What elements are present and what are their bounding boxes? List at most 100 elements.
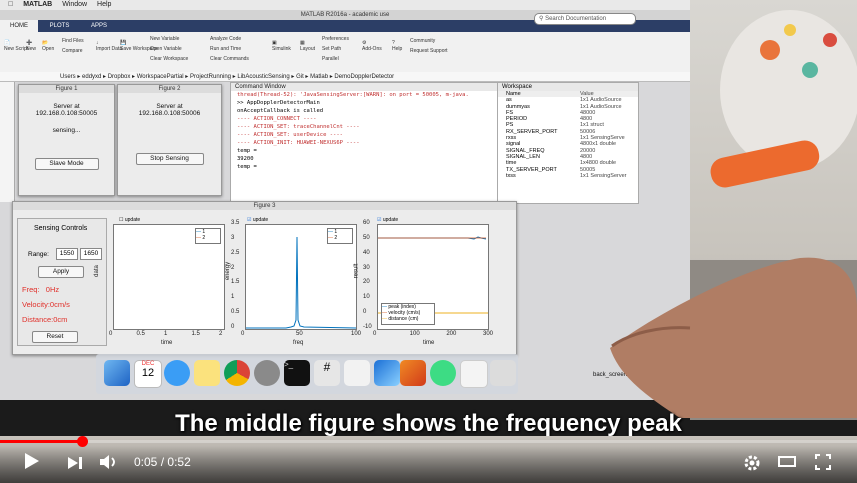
server-label: Server at: [156, 103, 183, 110]
plot1-legend: — 1 — 2: [195, 228, 221, 244]
cmd-line: >> AppDopplerDetectorMain: [237, 100, 320, 106]
workspace-rows: as 1x1 AudioSource dummyas 1x1 AudioSource F…: [498, 97, 638, 179]
new-variable-button[interactable]: New Variable: [150, 36, 179, 42]
result-plot[interactable]: — peak (index) — velocity (cm/s) — dista…: [377, 224, 489, 330]
apple-icon[interactable]: : [8, 1, 13, 8]
x-tick-label: 300: [483, 331, 494, 337]
layout-button[interactable]: ▦ Layout: [300, 40, 315, 52]
ribbon: 📄 New Script ➕ New 📂 Open Find Files Compar…: [0, 32, 690, 73]
request-support-link[interactable]: Request Support: [410, 48, 448, 54]
trash-icon[interactable]: [490, 360, 516, 386]
slave-mode-button[interactable]: Slave Mode: [34, 158, 99, 170]
command-window-title: Command Window: [231, 83, 497, 91]
calendar-icon[interactable]: DEC 12: [134, 360, 162, 388]
xcode-icon[interactable]: [374, 360, 400, 386]
open-button[interactable]: 📂 Open: [42, 40, 54, 52]
plot3-ylabel: result: [353, 263, 360, 279]
cmd-line: ---- ACTION_CONNECT ----: [237, 116, 317, 122]
x-tick-label: 200: [446, 331, 457, 337]
menu-help[interactable]: Help: [97, 1, 111, 8]
matlab-icon[interactable]: [400, 360, 426, 386]
x-tick-label: 0: [241, 331, 245, 337]
open-variable-button[interactable]: Open Variable: [150, 46, 182, 52]
command-window[interactable]: Command Window thread(Thread-52): 'JavaS…: [230, 82, 498, 204]
preview-icon[interactable]: [344, 360, 370, 386]
current-folder-path[interactable]: Users ▸ eddyxd ▸ Dropbox ▸ WorkspacePart…: [0, 72, 690, 82]
menu-app[interactable]: MATLAB: [23, 1, 52, 8]
community-link[interactable]: Community: [410, 38, 435, 44]
find-files-button[interactable]: Find Files: [62, 38, 84, 44]
distance-readout: Distance:0cm: [22, 315, 68, 324]
current-folder-panel[interactable]: [0, 82, 15, 202]
simulink-button[interactable]: ▣ Simulink: [272, 40, 291, 52]
y-tick-label: 50: [363, 234, 370, 241]
add-ons-button[interactable]: ⚙ Add-Ons: [362, 40, 382, 52]
server-address: 192.168.0.108:50006: [138, 110, 201, 117]
volume-icon[interactable]: [100, 454, 120, 470]
notes-icon[interactable]: [194, 360, 220, 386]
figure-1-window[interactable]: Figure 1 Server at 192.168.0.108:50005 s…: [18, 84, 115, 196]
document-icon[interactable]: [460, 360, 488, 388]
progress-bar[interactable]: [0, 440, 857, 443]
y-tick-label: -10: [363, 324, 372, 330]
set-path-button[interactable]: Set Path: [322, 46, 341, 52]
mac-menubar:  MATLAB Window Help: [0, 0, 690, 10]
update-checkbox-2[interactable]: ☑ update: [247, 217, 268, 223]
y-tick-label: 20: [363, 279, 370, 286]
cmd-line: ---- ACTION_SET: userDevice ----: [237, 132, 343, 138]
range-min-input[interactable]: 1550: [56, 248, 78, 260]
x-tick-label: 50: [296, 331, 303, 337]
analyze-code-button[interactable]: Analyze Code: [210, 36, 241, 42]
player-controls: [0, 446, 857, 483]
run-and-time-button[interactable]: Run and Time: [210, 46, 241, 52]
search-documentation-input[interactable]: ⚲ Search Documentation: [534, 13, 636, 25]
workspace-panel[interactable]: Workspace Name Value as 1x1 AudioSource dum…: [497, 82, 639, 204]
system-preferences-icon[interactable]: [254, 360, 280, 386]
y-tick-label: 3.5: [231, 220, 240, 226]
reset-button[interactable]: Reset: [32, 331, 78, 343]
new-script-button[interactable]: 📄 New Script: [4, 40, 28, 52]
tab-plots[interactable]: PLOTS: [40, 20, 80, 32]
figure-3-window[interactable]: Figure 3 Sensing Controls Range: 1550 16…: [12, 201, 517, 355]
parallel-button[interactable]: Parallel: [322, 56, 339, 62]
update-checkbox-1[interactable]: ☐ update: [119, 217, 140, 223]
menu-window[interactable]: Window: [62, 1, 87, 8]
plot1-xlabel: time: [161, 340, 173, 346]
clear-workspace-button[interactable]: Clear Workspace: [150, 56, 188, 62]
figure-2-window[interactable]: Figure 2 Server at 192.168.0.108:50006 S…: [117, 84, 222, 196]
tab-apps[interactable]: APPS: [81, 20, 117, 32]
cmd-line: ---- ACTION_SET: traceChannelCnt ----: [237, 124, 360, 130]
play-icon[interactable]: [25, 453, 39, 469]
messages-icon[interactable]: [164, 360, 190, 386]
workspace-title: Workspace: [498, 83, 638, 91]
macos-dock: DEC 12 >_ #: [96, 354, 518, 394]
tab-home[interactable]: HOME: [0, 20, 38, 32]
compare-button[interactable]: Compare: [62, 48, 83, 54]
import-data-button[interactable]: ↓ Import Data: [96, 40, 122, 52]
stop-sensing-button[interactable]: Stop Sensing: [135, 153, 204, 165]
chrome-icon[interactable]: [224, 360, 250, 386]
y-tick-label: 40: [363, 249, 370, 256]
plot3-legend: — peak (index) — velocity (cm/s) — dista…: [381, 303, 435, 325]
help-button[interactable]: ? Help: [392, 40, 402, 52]
velocity-readout: Velocity:0cm/s: [22, 300, 70, 309]
next-icon[interactable]: [68, 456, 82, 474]
terminal-icon[interactable]: >_: [284, 360, 310, 386]
update-checkbox-3[interactable]: ☑ update: [377, 217, 398, 223]
apply-button[interactable]: Apply: [38, 266, 84, 278]
data-plot[interactable]: — 1 — 2: [113, 224, 225, 330]
workspace-row[interactable]: txss 1x1 SensingServer: [498, 173, 638, 179]
settings-gear-icon[interactable]: [743, 454, 761, 472]
fullscreen-icon[interactable]: [815, 454, 831, 470]
new-button[interactable]: ➕ New: [26, 40, 36, 52]
theater-mode-icon[interactable]: [778, 456, 796, 467]
android-studio-icon[interactable]: [430, 360, 456, 386]
range-max-input[interactable]: 1650: [80, 248, 102, 260]
x-tick-label: 0: [109, 331, 113, 337]
duration: 0:52: [167, 455, 191, 469]
energy-plot[interactable]: — 1 — 2: [245, 224, 357, 330]
finder-icon[interactable]: [104, 360, 130, 386]
hashtag-icon[interactable]: #: [314, 360, 340, 386]
preferences-button[interactable]: Preferences: [322, 36, 349, 42]
clear-commands-button[interactable]: Clear Commands: [210, 56, 249, 62]
